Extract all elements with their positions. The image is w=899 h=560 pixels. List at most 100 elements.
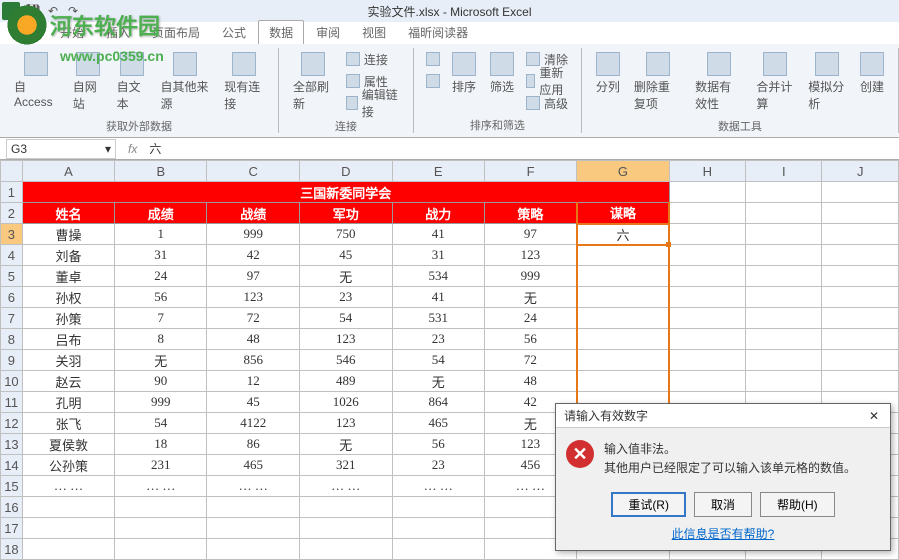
name-box[interactable]: G3▾ (6, 139, 116, 159)
edit-links-button[interactable]: 编辑链接 (342, 92, 405, 114)
row-header-18[interactable]: 18 (1, 539, 23, 560)
cell[interactable] (577, 287, 669, 308)
column-header-I[interactable]: I (746, 161, 822, 182)
cell[interactable]: 无 (300, 434, 393, 455)
column-header-G[interactable]: G (577, 161, 669, 182)
cell[interactable] (577, 329, 669, 350)
cell[interactable] (207, 539, 300, 560)
cell[interactable] (669, 287, 746, 308)
cell[interactable] (746, 329, 822, 350)
row-header-9[interactable]: 9 (1, 350, 23, 371)
cell[interactable]: 999 (207, 224, 300, 245)
cell[interactable]: 56 (392, 434, 484, 455)
cell[interactable] (822, 308, 899, 329)
cell[interactable]: 31 (392, 245, 484, 266)
cell[interactable]: 夏侯敦 (22, 434, 114, 455)
cell[interactable]: 97 (484, 224, 576, 245)
row-header-8[interactable]: 8 (1, 329, 23, 350)
cell[interactable]: 999 (115, 392, 207, 413)
cell[interactable] (822, 203, 899, 224)
cell[interactable]: 23 (392, 455, 484, 476)
create-button[interactable]: 创建 (854, 48, 890, 99)
cell[interactable]: 董卓 (22, 266, 114, 287)
cell[interactable] (746, 245, 822, 266)
cell[interactable]: 54 (392, 350, 484, 371)
cell[interactable] (577, 308, 669, 329)
cell[interactable] (115, 539, 207, 560)
table-header[interactable]: 成绩 (115, 203, 207, 224)
chevron-down-icon[interactable]: ▾ (105, 142, 111, 156)
reapply-button[interactable]: 重新应用 (522, 70, 573, 92)
tab-view[interactable]: 视图 (352, 21, 396, 44)
row-header-16[interactable]: 16 (1, 497, 23, 518)
cell[interactable]: 999 (484, 266, 576, 287)
dialog-titlebar[interactable]: 请输入有效数字 ✕ (556, 404, 890, 428)
table-header[interactable]: 战力 (392, 203, 484, 224)
help-link[interactable]: 此信息是否有帮助? (672, 527, 775, 541)
cell[interactable] (746, 203, 822, 224)
cell[interactable] (822, 266, 899, 287)
cell[interactable] (746, 287, 822, 308)
cell[interactable] (577, 371, 669, 392)
cell[interactable] (22, 497, 114, 518)
cell[interactable]: 48 (207, 329, 300, 350)
cell[interactable] (746, 350, 822, 371)
cell[interactable]: 41 (392, 224, 484, 245)
cell[interactable] (746, 224, 822, 245)
cell[interactable] (577, 266, 669, 287)
cell[interactable]: 张飞 (22, 413, 114, 434)
cell[interactable] (669, 350, 746, 371)
table-title[interactable]: 三国新委同学会 (22, 182, 669, 203)
tab-review[interactable]: 审阅 (306, 21, 350, 44)
cell[interactable]: 56 (484, 329, 576, 350)
cell[interactable]: 23 (392, 329, 484, 350)
cell[interactable]: 曹操 (22, 224, 114, 245)
cell[interactable]: 123 (484, 245, 576, 266)
row-header-6[interactable]: 6 (1, 287, 23, 308)
cell[interactable] (392, 518, 484, 539)
select-all-corner[interactable] (1, 161, 23, 182)
cancel-button[interactable]: 取消 (694, 492, 752, 517)
cell[interactable]: 孙权 (22, 287, 114, 308)
cell[interactable]: 864 (392, 392, 484, 413)
cell[interactable]: 56 (115, 287, 207, 308)
cell[interactable] (300, 497, 393, 518)
cell[interactable]: 无 (115, 350, 207, 371)
cell[interactable]: 54 (115, 413, 207, 434)
cell[interactable] (669, 266, 746, 287)
sort-button[interactable]: 排序 (446, 48, 482, 99)
cell[interactable]: 24 (115, 266, 207, 287)
cell[interactable]: 531 (392, 308, 484, 329)
cell[interactable] (392, 539, 484, 560)
help-button[interactable]: 帮助(H) (760, 492, 835, 517)
table-header[interactable]: 策略 (484, 203, 576, 224)
text-to-columns-button[interactable]: 分列 (590, 48, 626, 99)
retry-button[interactable]: 重试(R) (611, 492, 686, 517)
cell[interactable] (207, 497, 300, 518)
cell[interactable]: 41 (392, 287, 484, 308)
column-header-C[interactable]: C (207, 161, 300, 182)
cell[interactable]: 54 (300, 308, 393, 329)
cell[interactable] (669, 329, 746, 350)
column-header-H[interactable]: H (669, 161, 746, 182)
cell[interactable]: 无 (392, 371, 484, 392)
cell[interactable] (746, 308, 822, 329)
cell[interactable]: 吕布 (22, 329, 114, 350)
cell[interactable] (300, 518, 393, 539)
cell[interactable] (822, 245, 899, 266)
cell[interactable]: … … (300, 476, 393, 497)
cell[interactable]: … … (115, 476, 207, 497)
row-header-5[interactable]: 5 (1, 266, 23, 287)
from-access-button[interactable]: 自 Access (8, 48, 65, 113)
cell[interactable] (115, 497, 207, 518)
cell[interactable]: 8 (115, 329, 207, 350)
cell[interactable] (669, 308, 746, 329)
tab-data[interactable]: 数据 (258, 20, 304, 44)
cell[interactable]: 45 (300, 245, 393, 266)
cell[interactable]: 24 (484, 308, 576, 329)
cell[interactable]: 534 (392, 266, 484, 287)
row-header-2[interactable]: 2 (1, 203, 23, 224)
tab-formulas[interactable]: 公式 (212, 21, 256, 44)
cell[interactable]: 孙策 (22, 308, 114, 329)
row-header-12[interactable]: 12 (1, 413, 23, 434)
